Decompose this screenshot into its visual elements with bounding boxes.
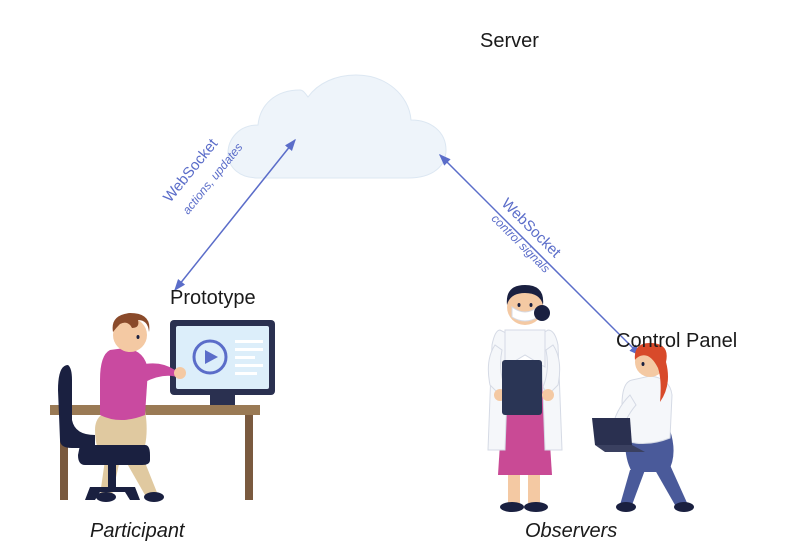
person-observer-standing [488,285,562,512]
cloud-icon [228,75,446,178]
observers-label: Observers [525,520,617,543]
person-participant [95,313,186,502]
participant-label: Participant [90,520,185,543]
participant-illustration [50,313,275,502]
control-panel-label: Control Panel [616,330,737,353]
person-observer-seated [592,343,694,512]
prototype-label: Prototype [170,287,256,310]
clipboard-icon [502,360,542,415]
observers-illustration [488,285,694,512]
server-label: Server [480,30,539,53]
chair-icon [58,365,150,500]
monitor-icon [170,320,275,405]
diagram-canvas [0,0,800,560]
laptop-icon [592,418,645,452]
